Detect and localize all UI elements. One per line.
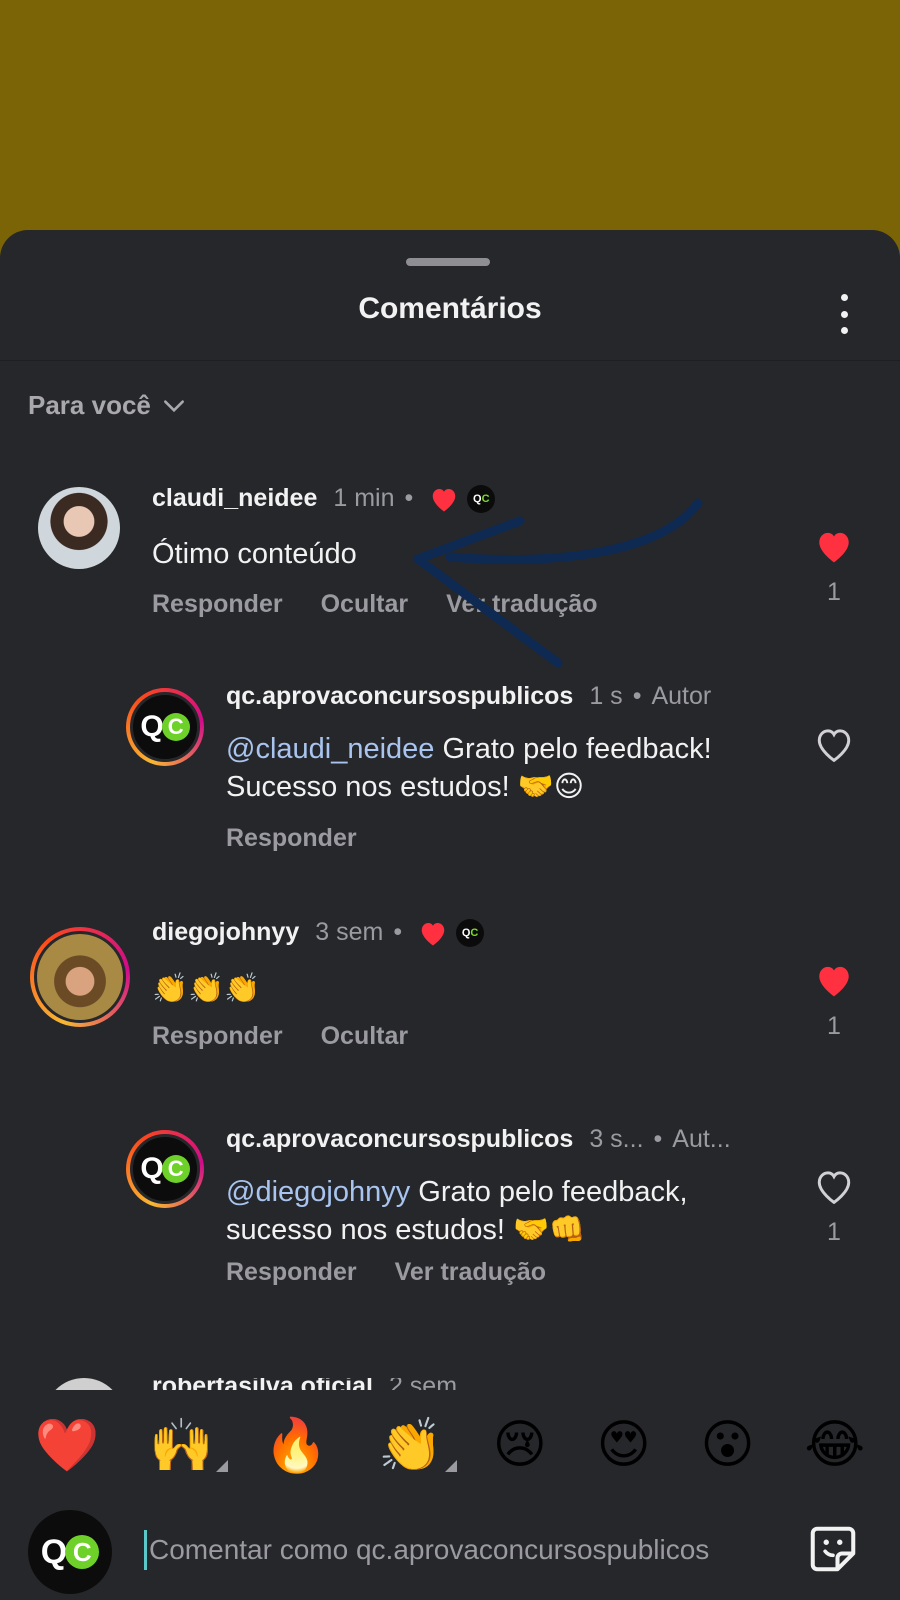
reply-button[interactable]: Responder [226,1258,357,1287]
translate-button[interactable]: Ver tradução [395,1258,546,1287]
comment-time: 1 s [589,682,623,710]
heart-icon[interactable] [814,1168,854,1204]
sort-filter-dropdown[interactable]: Para você [28,390,187,421]
like-count: 1 [827,1012,841,1040]
mention-link[interactable]: @claudi_neidee [226,733,434,765]
like-count: 1 [827,1218,841,1246]
comment-text: @claudi_neidee Grato pelo feedback! Suce… [226,733,712,803]
reaction-heart[interactable]: ❤️ [35,1415,100,1476]
comment-username[interactable]: claudi_neidee [152,484,317,513]
sticker-icon[interactable] [806,1522,860,1576]
mention-link[interactable]: @diegojohnyy [226,1176,410,1208]
comment-username[interactable]: qc.aprovaconcursospublicos [226,682,573,711]
author-badge: Aut... [672,1125,731,1153]
comment-username[interactable]: diegojohnyy [152,918,299,947]
comment-text: Ótimo conteúdo [152,538,357,570]
like-count: 1 [827,578,841,606]
reaction-fire[interactable]: 🔥 [264,1415,329,1476]
hide-button[interactable]: Ocultar [321,1022,409,1051]
header-divider [0,360,900,361]
reaction-laughing[interactable]: 😂 [804,1415,865,1475]
heart-icon [421,922,445,945]
comment-time: 3 sem [315,918,384,946]
avatar[interactable] [30,927,130,1027]
chevron-down-icon [163,399,184,412]
reaction-heart-eyes[interactable]: 😍 [597,1415,651,1475]
reply-button[interactable]: Responder [152,1022,283,1051]
filter-label: Para você [28,390,151,420]
comment-time: 1 min [333,484,395,512]
reaction-raised-hands[interactable]: 🙌 [149,1415,229,1476]
comment-username[interactable]: qc.aprovaconcursospublicos [226,1125,573,1154]
avatar[interactable]: QC [126,1130,204,1208]
more-vertical-icon[interactable] [836,294,852,334]
comment-text: 👏👏👏 [152,973,261,1005]
hide-button[interactable]: Ocultar [321,590,409,619]
comment-input[interactable] [144,1530,774,1570]
avatar[interactable]: QC [126,688,204,766]
heart-icon [433,488,456,511]
own-avatar: QC [28,1510,112,1594]
translate-button[interactable]: Ver tradução [446,590,597,619]
author-avatar-badge: QC [467,484,496,513]
author-avatar-badge: QC [456,918,485,947]
comment-time: 3 s... [589,1125,644,1153]
author-badge: Autor [651,682,712,710]
comment-composer: QC [0,1500,900,1600]
drag-handle[interactable] [406,258,490,266]
reply-button[interactable]: Responder [152,590,283,619]
heart-icon[interactable] [814,528,854,564]
avatar[interactable] [38,487,120,569]
quick-reaction-bar: ❤️ 🙌 🔥 👏 😢 😍 😮 😂 [0,1390,900,1500]
heart-icon[interactable] [814,726,854,762]
reaction-clap[interactable]: 👏 [378,1415,457,1476]
reply-button[interactable]: Responder [226,824,357,853]
sheet-title: Comentários [358,292,542,325]
reaction-surprised[interactable]: 😮 [700,1415,754,1475]
comment-text: @diegojohnyy Grato pelo feedback, sucess… [226,1176,688,1246]
reaction-crying[interactable]: 😢 [493,1415,547,1475]
heart-icon[interactable] [814,962,854,998]
